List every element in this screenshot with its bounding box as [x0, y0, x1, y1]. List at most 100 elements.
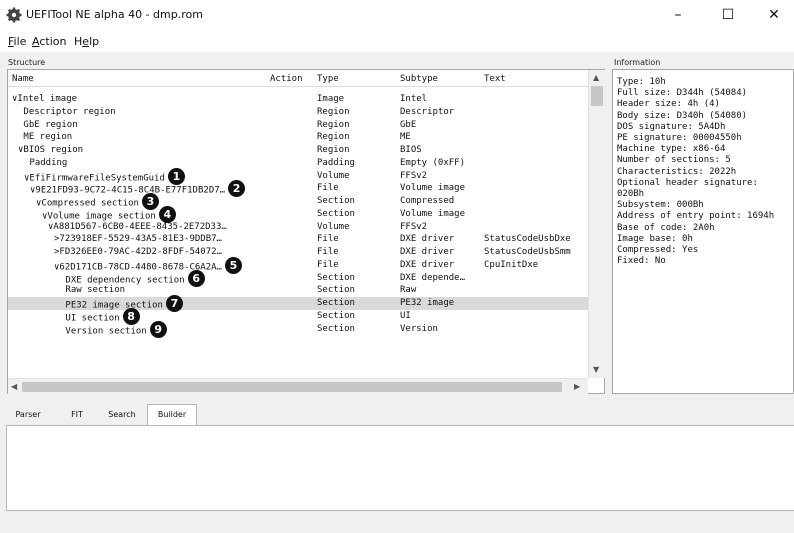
tree-row[interactable]: ∨62D171CB-78CD-4480-8678-C6A2A… 5 File DXE … — [8, 256, 588, 274]
vertical-scroll-thumb[interactable] — [591, 86, 603, 106]
structure-label: Structure — [8, 58, 46, 67]
tab-search[interactable]: Search — [102, 407, 142, 425]
tree-row[interactable]: PE32 image section 7 Section PE32 image — [8, 295, 588, 312]
minimize-button[interactable]: – — [656, 4, 700, 26]
tree-row-type: Section — [317, 298, 355, 308]
tree-row-label: BIOS region — [23, 145, 84, 155]
tree-row[interactable]: Padding Padding Empty (0xFF) — [8, 157, 588, 170]
window-title: UEFITool NE alpha 40 - dmp.rom — [26, 8, 203, 21]
tab-builder[interactable]: Builder — [147, 404, 197, 426]
information-panel: Type: 10h Full size: D344h (54084) Heade… — [612, 69, 794, 394]
menu-bar: File Action Help — [0, 30, 794, 52]
tree-row-label: 723918EF-5529-43A5-81E3-9DDB7… — [59, 234, 222, 245]
tree-row-type: File — [317, 247, 339, 257]
tree-row[interactable]: ∨EfiFirmwareFileSystemGuid 1 Volume FFSv2 — [8, 167, 588, 185]
scroll-down-icon[interactable]: ▼ — [593, 365, 599, 374]
tree-row[interactable]: ∨9E21FD93-9C72-4C15-8C4B-E77F1DB2D7… 2 Fil… — [8, 180, 588, 198]
tree-row-subtype: Raw — [400, 285, 417, 296]
tree-header: Name Action Type Subtype Text — [8, 70, 588, 87]
tree-row[interactable]: DXE dependency section 6 Section DXE depend… — [8, 269, 588, 287]
bottom-tabs: Parser FIT Search Builder — [6, 402, 794, 426]
column-type[interactable]: Type — [317, 74, 339, 84]
tree-row-type: Volume — [317, 170, 350, 181]
tree-row[interactable]: Raw section Section Raw — [8, 284, 588, 297]
tree-row-name: Padding — [24, 158, 67, 168]
tree-row-label: A881D567-6CB0-4EEE-8435-2E72D33… — [53, 221, 227, 232]
tree-row[interactable]: ∨Intel image Image Intel — [8, 93, 588, 106]
tree-row-name: ∨A881D567-6CB0-4EEE-8435-2E72D33… — [48, 222, 227, 232]
tree-row-subtype: Compressed — [400, 196, 455, 206]
tree-row[interactable]: ∨Compressed section 3 Section Compressed — [8, 193, 588, 210]
tree-row[interactable]: ∨Volume image section 4 Section Volume imag… — [8, 205, 588, 223]
information-label: Information — [614, 58, 661, 67]
tree-row-text: StatusCodeUsbDxe — [484, 234, 571, 245]
tree-row-label: Raw section — [65, 285, 126, 296]
tree-row-type: Section — [317, 310, 355, 321]
tree-row-type: Padding — [317, 157, 355, 168]
horizontal-scroll-thumb[interactable] — [22, 382, 562, 392]
tree-row-name: ME region — [18, 132, 72, 142]
tree-row-label: Version section — [65, 326, 147, 336]
column-name[interactable]: Name — [12, 74, 34, 84]
tree-row-name: Version section 9 — [60, 320, 167, 338]
tree-row-name: >FD326EE0-79AC-42D2-8FDF-54072… — [54, 247, 222, 257]
tree-row-type: File — [317, 183, 339, 194]
tab-fit[interactable]: FIT — [64, 407, 90, 425]
tree-row[interactable]: ∨BIOS region Region BIOS — [8, 144, 588, 157]
tree-row-subtype: Intel — [400, 94, 428, 104]
tree-row[interactable]: ∨A881D567-6CB0-4EEE-8435-2E72D33… Volume F… — [8, 221, 588, 234]
horizontal-scrollbar[interactable]: ◀ ▶ — [8, 378, 588, 394]
tree-row-subtype: ME — [400, 132, 411, 143]
tree-row-subtype: DXE depende… — [400, 272, 466, 283]
tree-row-type: Section — [317, 323, 355, 334]
tree-row-type: Region — [317, 145, 350, 155]
tree-row-subtype: Volume image — [400, 208, 466, 219]
maximize-button[interactable]: ☐ — [706, 4, 750, 26]
structure-tree[interactable]: Name Action Type Subtype Text ∨Intel ima… — [7, 69, 605, 394]
tree-row[interactable]: ME region Region ME — [8, 131, 588, 144]
tree-row-type: Section — [317, 196, 355, 206]
tree-row-subtype: PE32 image — [400, 298, 455, 308]
tree-row-name: ∨Intel image — [12, 94, 77, 104]
tree-row-label: Descriptor region — [23, 106, 116, 117]
tree-row[interactable]: UI section 8 Section UI — [8, 307, 588, 325]
tree-row-text: CpuInitDxe — [484, 259, 539, 270]
status-bar — [0, 515, 794, 533]
tree-row-subtype: FFSv2 — [400, 221, 428, 232]
callout-number-badge: 9 — [149, 320, 167, 338]
tree-row-type: Section — [317, 272, 355, 283]
menu-file[interactable]: File — [8, 35, 26, 48]
builder-messages-pane[interactable] — [6, 425, 794, 511]
tree-row-type: Region — [317, 132, 350, 143]
tree-row-type: Image — [317, 94, 345, 104]
tree-row[interactable]: >FD326EE0-79AC-42D2-8FDF-54072… File DXE d… — [8, 246, 588, 259]
tree-row-type: Volume — [317, 221, 350, 232]
tree-row-name: Raw section — [60, 285, 125, 295]
menu-help[interactable]: Help — [74, 35, 99, 48]
tree-row-type: File — [317, 259, 339, 270]
tree-row[interactable]: Version section 9 Section Version — [8, 320, 588, 338]
tree-row-subtype: DXE driver — [400, 247, 455, 257]
close-button[interactable]: ✕ — [752, 4, 794, 26]
vertical-scrollbar[interactable]: ▲ ▼ — [588, 70, 605, 378]
tree-row[interactable]: >723918EF-5529-43A5-81E3-9DDB7… File DXE d… — [8, 233, 588, 246]
menu-action[interactable]: Action — [32, 35, 66, 48]
tree-row[interactable]: Descriptor region Region Descriptor — [8, 106, 588, 119]
tree-row-label: GbE region — [23, 119, 78, 130]
tab-parser[interactable]: Parser — [10, 407, 46, 425]
tree-row-label: Intel image — [17, 94, 78, 104]
tree-row-name: GbE region — [18, 119, 78, 130]
scroll-right-icon[interactable]: ▶ — [574, 382, 580, 391]
gear-icon — [6, 7, 22, 23]
column-subtype[interactable]: Subtype — [400, 74, 438, 84]
tree-row[interactable]: GbE region Region GbE — [8, 119, 588, 132]
tree-row-subtype: GbE — [400, 119, 417, 130]
tree-row-subtype: DXE driver — [400, 259, 455, 270]
tree-row-label: FD326EE0-79AC-42D2-8FDF-54072… — [59, 247, 222, 257]
tree-row-subtype: Empty (0xFF) — [400, 157, 466, 168]
column-text[interactable]: Text — [484, 74, 506, 84]
tree-row-type: File — [317, 234, 339, 245]
scroll-up-icon[interactable]: ▲ — [593, 73, 599, 82]
column-action[interactable]: Action — [270, 74, 303, 84]
scroll-left-icon[interactable]: ◀ — [11, 382, 17, 391]
